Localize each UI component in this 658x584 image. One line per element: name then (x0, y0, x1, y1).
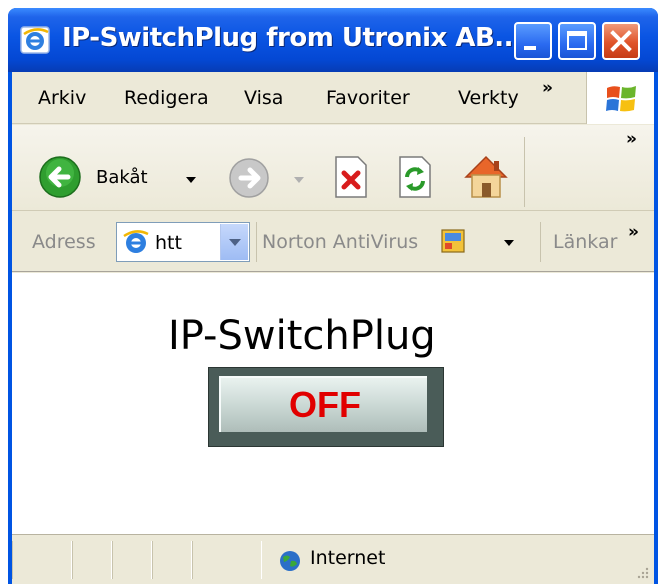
toolbar-overflow-chevron[interactable]: » (626, 129, 637, 149)
menu-item-visa[interactable]: Visa (244, 87, 283, 109)
address-bar: Adress htt Norton AntiVirus Länkar » (12, 212, 654, 272)
menu-item-verkty[interactable]: Verkty (458, 87, 519, 109)
address-value: htt (155, 232, 182, 254)
maximize-icon (567, 31, 587, 50)
window-title: IP-SwitchPlug from Utronix AB... (62, 23, 523, 53)
internet-explorer-icon (20, 26, 50, 54)
status-cell (12, 541, 72, 579)
back-history-dropdown[interactable] (186, 177, 196, 183)
menu-item-arkiv[interactable]: Arkiv (38, 87, 86, 109)
browser-frame: Arkiv Redigera Visa Favoriter Verkty » B… (12, 72, 654, 584)
home-icon[interactable] (460, 151, 512, 203)
links-separator (540, 222, 541, 262)
forward-history-dropdown[interactable] (294, 177, 304, 183)
close-icon (610, 30, 632, 52)
status-cell (112, 541, 152, 579)
back-label: Bakåt (96, 167, 148, 188)
off-switch-face: OFF (219, 376, 427, 432)
title-bar[interactable]: IP-SwitchPlug from Utronix AB... (8, 8, 658, 72)
maximize-button[interactable] (558, 22, 596, 60)
off-switch-button[interactable]: OFF (208, 367, 444, 447)
status-bar: Internet (12, 534, 654, 584)
minimize-button[interactable] (514, 22, 552, 60)
off-switch-label: OFF (289, 384, 361, 425)
status-cell (152, 541, 192, 579)
toolbar: Bakåt » (12, 125, 654, 211)
norton-dropdown[interactable] (504, 240, 514, 246)
windows-logo (586, 72, 654, 124)
windows-flag-icon (606, 86, 636, 112)
page-ie-icon (123, 230, 149, 253)
stop-icon[interactable] (330, 155, 372, 199)
resize-grip-icon[interactable] (634, 564, 650, 580)
links-label[interactable]: Länkar (553, 231, 617, 253)
menu-bar: Arkiv Redigera Visa Favoriter Verkty » (12, 72, 654, 124)
status-cell (72, 541, 112, 579)
minimize-icon (524, 46, 536, 50)
toolbar-separator (524, 137, 525, 207)
page-title: IP-SwitchPlug (168, 313, 436, 359)
forward-arrow-icon[interactable] (228, 157, 270, 199)
menu-overflow-chevron[interactable]: » (542, 78, 553, 98)
browser-window: IP-SwitchPlug from Utronix AB... Arkiv R… (8, 8, 658, 584)
address-label: Adress (32, 231, 96, 253)
norton-antivirus-label[interactable]: Norton AntiVirus (262, 231, 418, 253)
close-button[interactable] (602, 22, 640, 60)
refresh-icon[interactable] (394, 155, 436, 199)
norton-icon[interactable] (440, 228, 468, 256)
security-zone-label: Internet (310, 547, 386, 569)
globe-icon (280, 551, 300, 571)
address-input[interactable]: htt (116, 222, 250, 262)
menu-item-favoriter[interactable]: Favoriter (326, 87, 410, 109)
address-separator (256, 222, 257, 262)
page-content: IP-SwitchPlug OFF (12, 273, 654, 534)
back-arrow-icon (39, 156, 81, 198)
menu-item-redigera[interactable]: Redigera (124, 87, 209, 109)
address-dropdown-button[interactable] (220, 224, 248, 260)
links-overflow-chevron[interactable]: » (628, 222, 639, 242)
status-cell (192, 541, 262, 579)
